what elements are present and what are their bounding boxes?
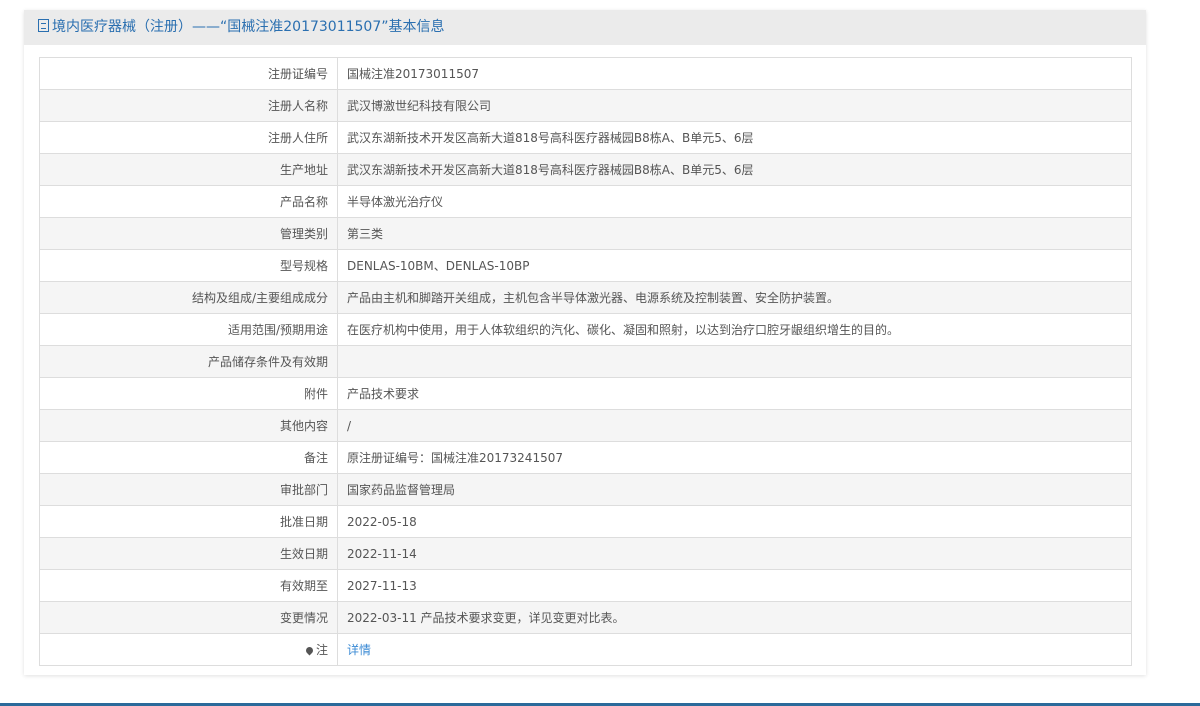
table-row: 管理类别 第三类 <box>39 217 1132 250</box>
note-label: 注 <box>315 643 328 657</box>
table-row: 型号规格 DENLAS-10BM、DENLAS-10BP <box>39 249 1132 282</box>
row-value: 2027-11-13 <box>337 569 1132 602</box>
table-row: 产品储存条件及有效期 <box>39 345 1132 378</box>
row-value: 产品由主机和脚踏开关组成，主机包含半导体激光器、电源系统及控制装置、安全防护装置… <box>337 281 1132 314</box>
row-label: 备注 <box>39 441 338 474</box>
device-info-panel: 境内医疗器械（注册）——“国械注准20173011507”基本信息 注册证编号国… <box>24 10 1146 675</box>
row-value: 国械注准20173011507 <box>337 57 1132 90</box>
row-label: 结构及组成/主要组成成分 <box>39 281 338 314</box>
row-label: 审批部门 <box>39 473 338 506</box>
row-label: 型号规格 <box>39 249 338 282</box>
table-row: 备注 原注册证编号：国械注准20173241507 <box>39 441 1132 474</box>
row-value: 武汉东湖新技术开发区高新大道818号高科医疗器械园B8栋A、B单元5、6层 <box>337 153 1132 186</box>
panel-header: 境内医疗器械（注册）——“国械注准20173011507”基本信息 <box>24 10 1146 45</box>
row-label: 适用范围/预期用途 <box>39 313 338 346</box>
row-value: 半导体激光治疗仪 <box>337 185 1132 218</box>
row-value: 在医疗机构中使用，用于人体软组织的汽化、碳化、凝固和照射，以达到治疗口腔牙龈组织… <box>337 313 1132 346</box>
table-row: 附件 产品技术要求 <box>39 377 1132 410</box>
row-value: / <box>337 409 1132 442</box>
row-label: 产品储存条件及有效期 <box>39 345 338 378</box>
details-link[interactable]: 详情 <box>347 643 371 657</box>
table-row: 产品名称 半导体激光治疗仪 <box>39 185 1132 218</box>
row-label: 管理类别 <box>39 217 338 250</box>
row-value: 2022-11-14 <box>337 537 1132 570</box>
row-label: 注册人住所 <box>39 121 338 154</box>
row-label: 注 <box>39 633 338 666</box>
row-label: 产品名称 <box>39 185 338 218</box>
row-value: 原注册证编号：国械注准20173241507 <box>337 441 1132 474</box>
row-value: 第三类 <box>337 217 1132 250</box>
table-row: 注册证编号 国械注准20173011507 <box>39 57 1132 90</box>
row-value <box>337 345 1132 378</box>
page-title: 境内医疗器械（注册）——“国械注准20173011507”基本信息 <box>52 19 445 35</box>
table-row: 生效日期 2022-11-14 <box>39 537 1132 570</box>
table-row: 其他内容 / <box>39 409 1132 442</box>
row-label: 注册人名称 <box>39 89 338 122</box>
row-label: 生效日期 <box>39 537 338 570</box>
row-label: 注册证编号 <box>39 57 338 90</box>
row-label: 有效期至 <box>39 569 338 602</box>
row-value: 2022-05-18 <box>337 505 1132 538</box>
table-row: 审批部门 国家药品监督管理局 <box>39 473 1132 506</box>
row-value: 产品技术要求 <box>337 377 1132 410</box>
pin-icon <box>304 645 315 656</box>
table-row: 生产地址 武汉东湖新技术开发区高新大道818号高科医疗器械园B8栋A、B单元5、6… <box>39 153 1132 186</box>
document-icon <box>38 19 49 32</box>
table-row: 有效期至 2027-11-13 <box>39 569 1132 602</box>
row-label: 变更情况 <box>39 601 338 634</box>
row-value: DENLAS-10BM、DENLAS-10BP <box>337 249 1132 282</box>
row-value: 国家药品监督管理局 <box>337 473 1132 506</box>
table-row-note: 注 详情 <box>39 633 1132 666</box>
table-row: 适用范围/预期用途 在医疗机构中使用，用于人体软组织的汽化、碳化、凝固和照射，以达… <box>39 313 1132 346</box>
row-label: 批准日期 <box>39 505 338 538</box>
table-row: 变更情况 2022-03-11 产品技术要求变更，详见变更对比表。 <box>39 601 1132 634</box>
row-value: 武汉东湖新技术开发区高新大道818号高科医疗器械园B8栋A、B单元5、6层 <box>337 121 1132 154</box>
row-value: 2022-03-11 产品技术要求变更，详见变更对比表。 <box>337 601 1132 634</box>
row-label: 附件 <box>39 377 338 410</box>
table-row: 注册人住所 武汉东湖新技术开发区高新大道818号高科医疗器械园B8栋A、B单元5、… <box>39 121 1132 154</box>
table-row: 结构及组成/主要组成成分 产品由主机和脚踏开关组成，主机包含半导体激光器、电源系统… <box>39 281 1132 314</box>
info-table: 注册证编号 国械注准20173011507 注册人名称 武汉博激世纪科技有限公司 注册人… <box>39 57 1132 666</box>
row-value: 详情 <box>337 633 1132 666</box>
table-row: 注册人名称 武汉博激世纪科技有限公司 <box>39 89 1132 122</box>
row-label: 生产地址 <box>39 153 338 186</box>
row-value: 武汉博激世纪科技有限公司 <box>337 89 1132 122</box>
table-row: 批准日期 2022-05-18 <box>39 505 1132 538</box>
row-label: 其他内容 <box>39 409 338 442</box>
